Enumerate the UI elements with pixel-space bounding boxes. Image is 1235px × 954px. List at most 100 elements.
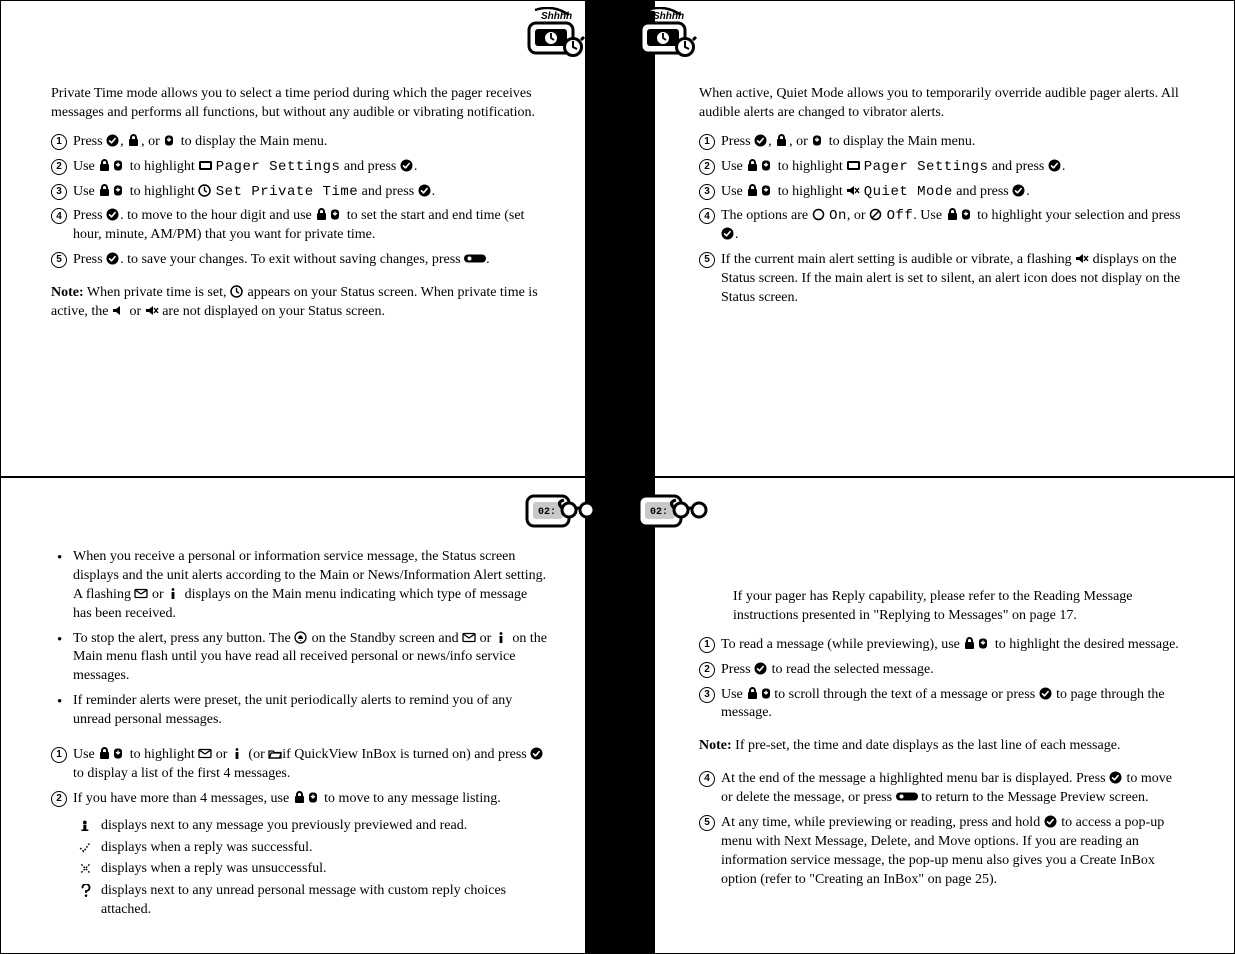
down-icon bbox=[760, 687, 774, 700]
step-item: 3Use to scroll through the text of a mes… bbox=[699, 686, 1184, 724]
note-text: Note: If pre-set, the time and date disp… bbox=[699, 737, 1184, 756]
steps-list: 1Press , , or to display the Main menu. 2… bbox=[51, 133, 549, 270]
check-icon bbox=[721, 227, 735, 240]
step-number-icon: 4 bbox=[699, 771, 715, 787]
q-legend-icon bbox=[79, 884, 93, 896]
step-item: 1To read a message (while previewing), u… bbox=[699, 636, 1184, 655]
down-icon bbox=[760, 184, 774, 197]
step-number-icon: 2 bbox=[699, 662, 715, 678]
legend-item: displays when a reply was unsuccessful. bbox=[79, 860, 549, 879]
lock-icon bbox=[98, 747, 112, 760]
down-icon bbox=[112, 159, 126, 172]
lock-icon bbox=[775, 134, 789, 147]
bullet-list: When you receive a personal or informati… bbox=[51, 548, 549, 730]
check-icon bbox=[106, 252, 120, 265]
note-text: Note: When private time is set, appears … bbox=[51, 284, 549, 322]
lock-icon bbox=[98, 159, 112, 172]
info-icon bbox=[231, 747, 245, 760]
down-icon bbox=[112, 747, 126, 760]
step-number-icon: 5 bbox=[699, 252, 715, 268]
step-item: 1Press , , or to display the Main menu. bbox=[699, 133, 1184, 152]
step-number-icon: 3 bbox=[699, 687, 715, 703]
steps-list: 1To read a message (while previewing), u… bbox=[699, 636, 1184, 724]
step-number-icon: 5 bbox=[699, 815, 715, 831]
page-reading-messages: If your pager has Reply capability, plea… bbox=[620, 477, 1235, 954]
step-number-icon: 1 bbox=[699, 637, 715, 653]
bullet-item: To stop the alert, press any button. The… bbox=[51, 630, 549, 687]
lock-icon bbox=[127, 134, 141, 147]
spk-icon bbox=[112, 304, 126, 317]
step-number-icon: 1 bbox=[51, 134, 67, 150]
info-icon bbox=[495, 631, 509, 644]
radiono-icon bbox=[869, 208, 883, 221]
down-icon bbox=[329, 208, 343, 221]
dot-legend-icon bbox=[79, 819, 93, 831]
check-icon bbox=[1044, 815, 1058, 828]
env-icon bbox=[134, 587, 148, 600]
down-icon bbox=[112, 184, 126, 197]
legend-list: displays next to any message you previou… bbox=[79, 817, 549, 920]
lock-icon bbox=[946, 208, 960, 221]
lock-icon bbox=[746, 184, 760, 197]
intro-text: Private Time mode allows you to select a… bbox=[51, 85, 549, 123]
step-number-icon: 2 bbox=[51, 791, 67, 807]
spkx-icon bbox=[846, 184, 860, 197]
screen-icon bbox=[198, 159, 212, 172]
env-icon bbox=[198, 747, 212, 760]
down-icon bbox=[811, 134, 825, 147]
folder-icon bbox=[268, 747, 282, 760]
lock-icon bbox=[746, 687, 760, 700]
step-item: 2Press to read the selected message. bbox=[699, 661, 1184, 680]
pager-manual-spread: Private Time mode allows you to select a… bbox=[0, 0, 1235, 954]
gutter-strip bbox=[585, 478, 619, 953]
step-item: 2Use to highlight Pager Settings and pre… bbox=[51, 158, 549, 177]
bullet-item: When you receive a personal or informati… bbox=[51, 548, 549, 624]
check-icon bbox=[754, 662, 768, 675]
lock-icon bbox=[293, 791, 307, 804]
spkx-icon bbox=[1075, 252, 1089, 265]
step-number-icon: 5 bbox=[51, 252, 67, 268]
step-item: 1Use to highlight or (or if QuickView In… bbox=[51, 746, 549, 784]
check-icon bbox=[754, 134, 768, 147]
lock-icon bbox=[963, 637, 977, 650]
check-icon bbox=[418, 184, 432, 197]
check-icon bbox=[1039, 687, 1053, 700]
radio-icon bbox=[812, 208, 826, 221]
page-quiet-mode: When active, Quiet Mode allows you to te… bbox=[620, 0, 1235, 477]
intro-text: When active, Quiet Mode allows you to te… bbox=[699, 85, 1184, 123]
steps-list: 1Use to highlight or (or if QuickView In… bbox=[51, 746, 549, 809]
pill-icon bbox=[896, 790, 918, 803]
check-icon bbox=[530, 747, 544, 760]
bullet-item: If reminder alerts were preset, the unit… bbox=[51, 692, 549, 730]
legend-item: displays when a reply was successful. bbox=[79, 839, 549, 858]
info-icon bbox=[167, 587, 181, 600]
step-item: 5If the current main alert setting is au… bbox=[699, 251, 1184, 308]
down-icon bbox=[960, 208, 974, 221]
clock-icon bbox=[198, 184, 212, 197]
step-item: 3Use to highlight Quiet Mode and press . bbox=[699, 183, 1184, 202]
step-number-icon: 3 bbox=[51, 184, 67, 200]
bell-icon bbox=[294, 631, 308, 644]
check-icon bbox=[1012, 184, 1026, 197]
lock-icon bbox=[315, 208, 329, 221]
step-item: 2Use to highlight Pager Settings and pre… bbox=[699, 158, 1184, 177]
pill-icon bbox=[464, 252, 486, 265]
down-icon bbox=[163, 134, 177, 147]
step-number-icon: 4 bbox=[51, 208, 67, 224]
step-number-icon: 2 bbox=[699, 159, 715, 175]
step-item: 3Use to highlight Set Private Time and p… bbox=[51, 183, 549, 202]
legend-item: displays next to any unread personal mes… bbox=[79, 882, 549, 920]
step-item: 2If you have more than 4 messages, use t… bbox=[51, 790, 549, 809]
check-icon bbox=[106, 134, 120, 147]
step-item: 4At the end of the message a highlighted… bbox=[699, 770, 1184, 808]
down-icon bbox=[307, 791, 321, 804]
step-number-icon: 1 bbox=[51, 747, 67, 763]
gutter-strip bbox=[621, 478, 655, 953]
screen-icon bbox=[846, 159, 860, 172]
legend-item: displays next to any message you previou… bbox=[79, 817, 549, 836]
step-item: 1Press , , or to display the Main menu. bbox=[51, 133, 549, 152]
lock-icon bbox=[746, 159, 760, 172]
check-legend-icon bbox=[79, 841, 93, 853]
gutter-strip bbox=[621, 1, 655, 476]
page-private-time: Private Time mode allows you to select a… bbox=[0, 0, 620, 477]
